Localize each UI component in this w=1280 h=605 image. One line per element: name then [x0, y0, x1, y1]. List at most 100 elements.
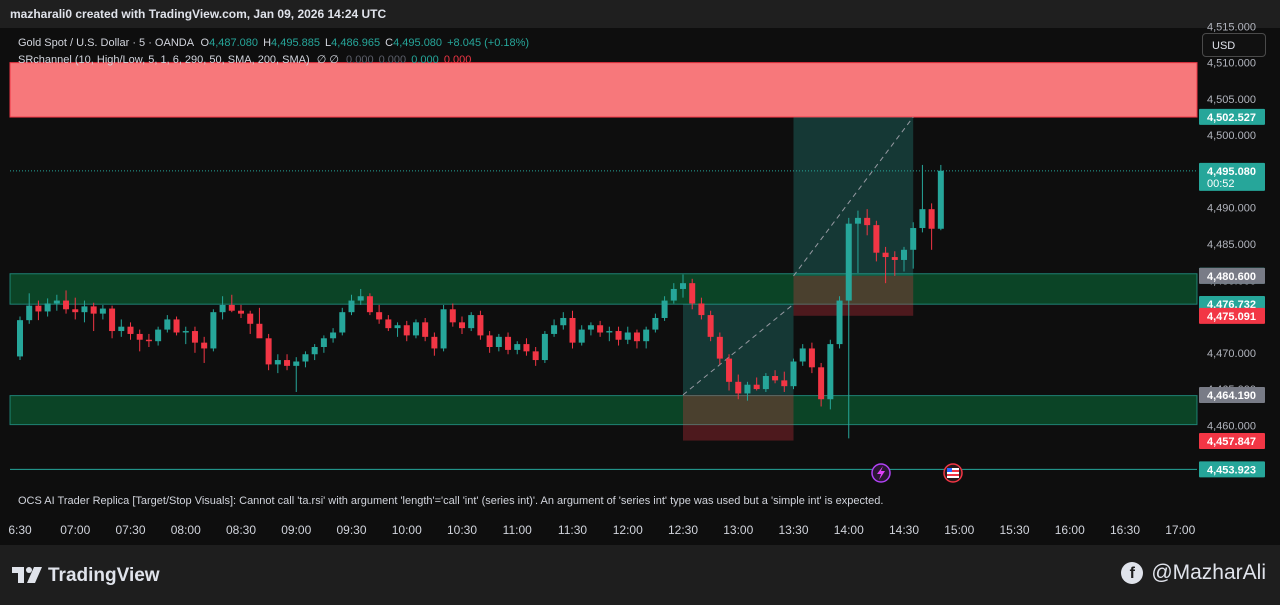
candle-body [919, 209, 926, 229]
currency-button[interactable]: USD [1202, 33, 1266, 57]
candle-body [772, 376, 779, 381]
time-tick-label: 07:30 [115, 523, 145, 537]
candle-body [17, 320, 23, 357]
candle-body [440, 309, 447, 349]
candle-body [366, 296, 373, 313]
candle-body [431, 336, 438, 349]
candle-body [477, 315, 484, 336]
candle-body [523, 344, 530, 352]
change-value: +8.045 (+0.18%) [447, 37, 530, 49]
candle-body [339, 312, 346, 333]
candle-body [136, 333, 143, 340]
candle-body [937, 170, 944, 229]
candle-body [615, 331, 622, 340]
candle-body [726, 358, 733, 382]
candle-body [587, 325, 594, 330]
candle-body [385, 319, 392, 329]
price-tick-label: 4,510.000 [1207, 58, 1256, 70]
candle-body [652, 317, 659, 330]
candle-body [164, 319, 171, 330]
candle-body [799, 348, 806, 362]
tradingview-brand: TradingView [48, 565, 160, 586]
candle-body [689, 283, 696, 304]
price-tick-label: 4,460.000 [1207, 420, 1256, 432]
high-label: H [263, 37, 272, 49]
candle-body [412, 322, 419, 336]
candle-body [495, 336, 502, 347]
candle-body [182, 331, 189, 333]
symbol-name: Gold Spot / U.S. Dollar · 5 · OANDA [18, 37, 194, 49]
candle-body [716, 336, 723, 359]
time-tick-label: 14:00 [834, 523, 864, 537]
price-tick-label: 4,515.000 [1207, 21, 1256, 33]
trade-stop-box-2 [793, 275, 914, 316]
price-badge-label: 4,495.080 [1207, 166, 1256, 178]
candle-body [173, 319, 180, 333]
time-tick-label: 08:00 [171, 523, 201, 537]
indicator-legend-row[interactable]: SRchannel (10, High/Low, 5, 1, 6, 290, 5… [18, 52, 529, 69]
low-value: 4,486.965 [331, 37, 381, 49]
candle-body [422, 322, 429, 337]
time-tick-label: 15:00 [944, 523, 974, 537]
time-tick-label: 12:00 [613, 523, 643, 537]
facebook-icon: f [1121, 562, 1144, 584]
time-tick-label: 09:00 [281, 523, 311, 537]
price-tick-label: 4,470.000 [1207, 348, 1256, 360]
trade-stop-box-1 [683, 394, 794, 441]
candle-body [781, 380, 788, 387]
time-tick-label: 13:30 [778, 523, 808, 537]
candle-body [155, 329, 162, 342]
time-tick-label: 10:00 [392, 523, 422, 537]
time-tick-label: 11:30 [558, 523, 587, 537]
candle-body [403, 325, 410, 336]
time-tick-label: 11:00 [503, 523, 532, 537]
time-tick-label: 12:30 [668, 523, 698, 537]
time-tick-label: 15:30 [999, 523, 1029, 537]
candle-body [505, 336, 512, 350]
candle-body [901, 249, 907, 260]
candle-body [864, 217, 871, 226]
candle-body [680, 283, 686, 289]
symbol-legend-row[interactable]: Gold Spot / U.S. Dollar · 5 · OANDA O 4,4… [18, 35, 529, 52]
indicator-value-2: 0.000 [378, 54, 407, 66]
candle-body [145, 339, 152, 342]
candle-body [72, 309, 79, 313]
indicator-value-3: 0.000 [411, 54, 439, 66]
time-tick-label: 09:30 [336, 523, 366, 537]
countdown-label: 00:52 [1207, 178, 1235, 190]
candle-body [661, 300, 668, 318]
candle-body [468, 315, 475, 329]
price-badge-label: 4,502.527 [1207, 112, 1256, 124]
candle-body [836, 300, 843, 345]
time-tick-label: 13:00 [723, 523, 753, 537]
time-tick-label: 14:30 [889, 523, 919, 537]
candle-body [707, 315, 714, 337]
time-tick-label: 07:00 [60, 523, 90, 537]
price-tick-label: 4,490.000 [1207, 203, 1256, 215]
price-tick-label: 4,505.000 [1207, 94, 1256, 106]
candle-body [53, 300, 60, 304]
candle-body [109, 308, 116, 332]
support-zone-1 [9, 273, 1198, 305]
time-tick-label: 17:00 [1165, 523, 1195, 537]
open-label: O [200, 37, 210, 49]
candle-body [99, 308, 106, 314]
candle-body [744, 384, 751, 394]
candle-body [670, 288, 677, 301]
indicator-name: SRchannel (10, High/Low, 5, 1, 6, 290, 5… [18, 54, 310, 66]
price-chart[interactable]: 4,460.0004,465.0004,470.0004,475.0004,48… [0, 0, 1280, 545]
candle-body [357, 296, 364, 301]
tradingview-logo[interactable]: TradingView [12, 565, 160, 587]
candle-body [753, 384, 760, 390]
time-tick-label: 08:30 [226, 523, 256, 537]
candle-body [238, 310, 244, 314]
candle-body [808, 348, 815, 368]
author-handle: @MazharAli [1151, 561, 1266, 584]
candle-body [532, 351, 539, 361]
candle-body [606, 331, 613, 333]
candle-body [348, 300, 355, 313]
candle-body [201, 342, 208, 349]
candle-body [210, 312, 217, 349]
candle-body [928, 209, 935, 229]
candle-body [26, 305, 33, 321]
